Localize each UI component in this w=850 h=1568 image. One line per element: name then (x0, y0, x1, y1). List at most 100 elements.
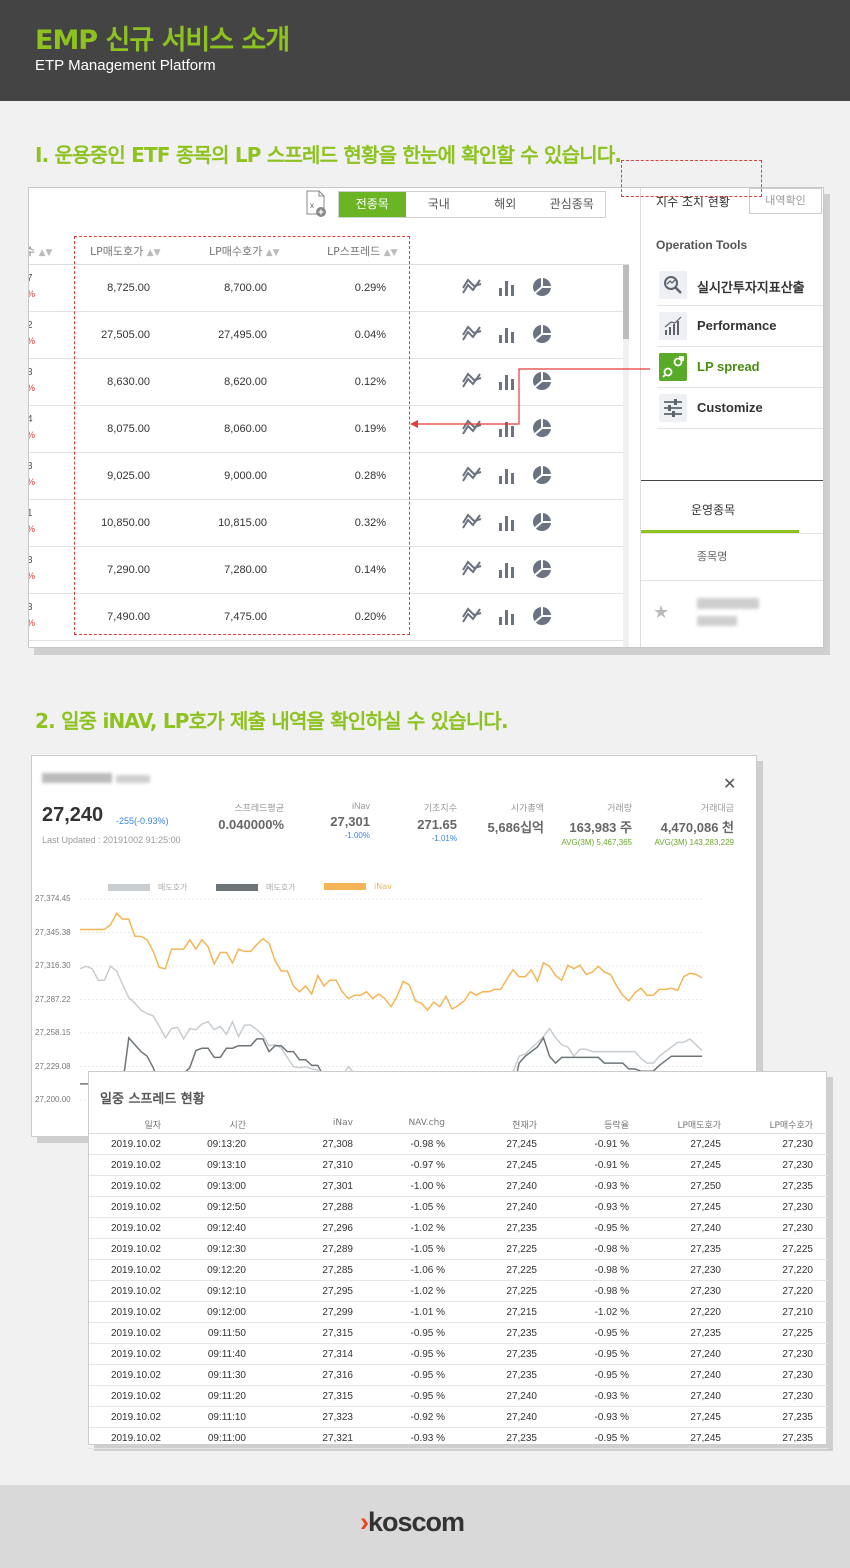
highlight-box-lp-spread (621, 160, 762, 197)
table-cell: 27,235 (782, 1181, 813, 1192)
table-cell: 27,235 (506, 1349, 537, 1360)
table-cell: 27,240 (506, 1181, 537, 1192)
row-edge-value: 7 (29, 273, 33, 284)
tab-watchlist[interactable]: 관심종목 (539, 192, 606, 217)
table-cell: -0.98 % (594, 1244, 629, 1255)
table-cell: 27,240 (690, 1370, 721, 1381)
table-cell: 2019.10.02 (110, 1349, 161, 1360)
bar-chart-icon[interactable] (496, 323, 518, 345)
table-cell: 09:12:20 (207, 1265, 246, 1276)
table-cell: 2019.10.02 (110, 1139, 161, 1150)
table-cell: 09:12:50 (207, 1202, 246, 1213)
trend-line-icon[interactable] (461, 464, 483, 486)
table-cell: 27,235 (782, 1412, 813, 1423)
table-cell: 27,235 (506, 1433, 537, 1444)
table-cell: 27,315 (322, 1328, 353, 1339)
footer: ›koscom (0, 1485, 850, 1568)
tool-realtime-indicator[interactable]: 실시간투자지표산출 (657, 265, 823, 306)
tool-label: LP spread (697, 359, 760, 374)
table-cell: 2019.10.02 (110, 1202, 161, 1213)
table-cell: 27,288 (322, 1202, 353, 1213)
table-cell: 27,301 (322, 1181, 353, 1192)
table-row: 2019.10.02 09:13:10 27,310 -0.97 % 27,245 -0.… (89, 1155, 828, 1176)
tool-customize[interactable]: Customize (657, 388, 823, 429)
pie-chart-icon[interactable] (531, 558, 553, 580)
table-cell: 27,235 (506, 1328, 537, 1339)
table-cell: 27,225 (782, 1244, 813, 1255)
table-cell: -1.01 % (410, 1307, 445, 1318)
table-cell: 27,323 (322, 1412, 353, 1423)
table-cell: 2019.10.02 (110, 1391, 161, 1402)
sort-icon[interactable]: ▲▼ (39, 248, 53, 258)
table-cell: 27,245 (506, 1139, 537, 1150)
column-header: LP매도호가 (677, 1121, 721, 1131)
table-cell: -0.95 % (410, 1349, 445, 1360)
tab-all[interactable]: 전종목 (339, 192, 406, 217)
table-row: 2019.10.02 09:11:50 27,315 -0.95 % 27,235 -0.… (89, 1323, 828, 1344)
chart-search-icon (659, 271, 687, 299)
row-edge-value: 1 (29, 508, 33, 519)
table-cell: 27,225 (506, 1286, 537, 1297)
section1-title: I. 운용중인 ETF 종목의 LP 스프레드 현황을 한눈에 확인할 수 있습… (35, 143, 622, 167)
table-cell: 27,230 (782, 1223, 813, 1234)
table-cell: -0.93 % (594, 1412, 629, 1423)
table-cell: -0.93 % (594, 1181, 629, 1192)
bar-chart-icon[interactable] (496, 511, 518, 533)
bar-chart-icon[interactable] (496, 276, 518, 298)
koscom-logo: ›koscom (360, 1507, 465, 1537)
pie-chart-icon[interactable] (531, 276, 553, 298)
tab-overseas[interactable]: 해외 (472, 192, 539, 217)
table-row: 2019.10.02 09:11:20 27,315 -0.95 % 27,240 -0.… (89, 1386, 828, 1407)
series-line-0 (80, 912, 703, 1012)
table-cell: -0.95 % (410, 1370, 445, 1381)
pie-chart-icon[interactable] (531, 464, 553, 486)
table-row: 2019.10.02 09:13:20 27,308 -0.98 % 27,245 -0.… (89, 1134, 828, 1155)
excel-download-icon[interactable]: x (304, 190, 328, 218)
table-cell: 09:13:10 (207, 1160, 246, 1171)
table-cell: 27,215 (506, 1307, 537, 1318)
table-cell: 09:13:00 (207, 1181, 246, 1192)
bar-chart-icon[interactable] (496, 558, 518, 580)
table-cell: 09:11:00 (207, 1433, 246, 1444)
trend-line-icon[interactable] (461, 605, 483, 627)
table-cell: -0.95 % (410, 1328, 445, 1339)
tool-performance[interactable]: Performance (657, 306, 823, 347)
table-cell: -0.91 % (594, 1160, 629, 1171)
table-cell: 27,225 (506, 1265, 537, 1276)
table-cell: 2019.10.02 (110, 1433, 161, 1444)
divider (641, 480, 823, 481)
trend-line-icon[interactable] (461, 323, 483, 345)
column-header: LP매수호가 (769, 1121, 813, 1131)
table-cell: 27,245 (506, 1160, 537, 1171)
tab-managed-stocks[interactable]: 운영종목 (691, 501, 735, 518)
table-row: 2019.10.02 09:11:10 27,323 -0.92 % 27,240 -0.… (89, 1407, 828, 1428)
table-cell: 09:11:20 (207, 1391, 246, 1402)
scrollbar-thumb[interactable] (623, 265, 629, 339)
table-cell: -1.00 % (410, 1181, 445, 1192)
row-edge-pct: % (29, 336, 35, 346)
bar-chart-icon[interactable] (496, 605, 518, 627)
table-cell: 27,296 (322, 1223, 353, 1234)
bar-chart-icon[interactable] (496, 464, 518, 486)
pie-chart-icon[interactable] (531, 511, 553, 533)
table-cell: 27,308 (322, 1139, 353, 1150)
scrollbar[interactable] (623, 265, 629, 647)
tool-label: Performance (697, 318, 777, 333)
page-header: EMP 신규 서비스 소개 ETP Management Platform (0, 0, 850, 101)
pie-chart-icon[interactable] (531, 605, 553, 627)
table-cell: -1.02 % (410, 1286, 445, 1297)
trend-line-icon[interactable] (461, 558, 483, 580)
performance-chart-icon (659, 312, 687, 340)
table-cell: 27,230 (782, 1160, 813, 1171)
tool-lp-spread[interactable]: LP spread (657, 347, 823, 388)
table-cell: -1.02 % (410, 1223, 445, 1234)
table-cell: -0.95 % (410, 1391, 445, 1402)
trend-line-icon[interactable] (461, 276, 483, 298)
row-edge-pct: % (29, 618, 35, 628)
table-cell: 2019.10.02 (110, 1265, 161, 1276)
trend-line-icon[interactable] (461, 511, 483, 533)
table-cell: 27,285 (322, 1265, 353, 1276)
tab-domestic[interactable]: 국내 (406, 192, 473, 217)
pie-chart-icon[interactable] (531, 323, 553, 345)
star-icon[interactable]: ★ (653, 602, 669, 623)
